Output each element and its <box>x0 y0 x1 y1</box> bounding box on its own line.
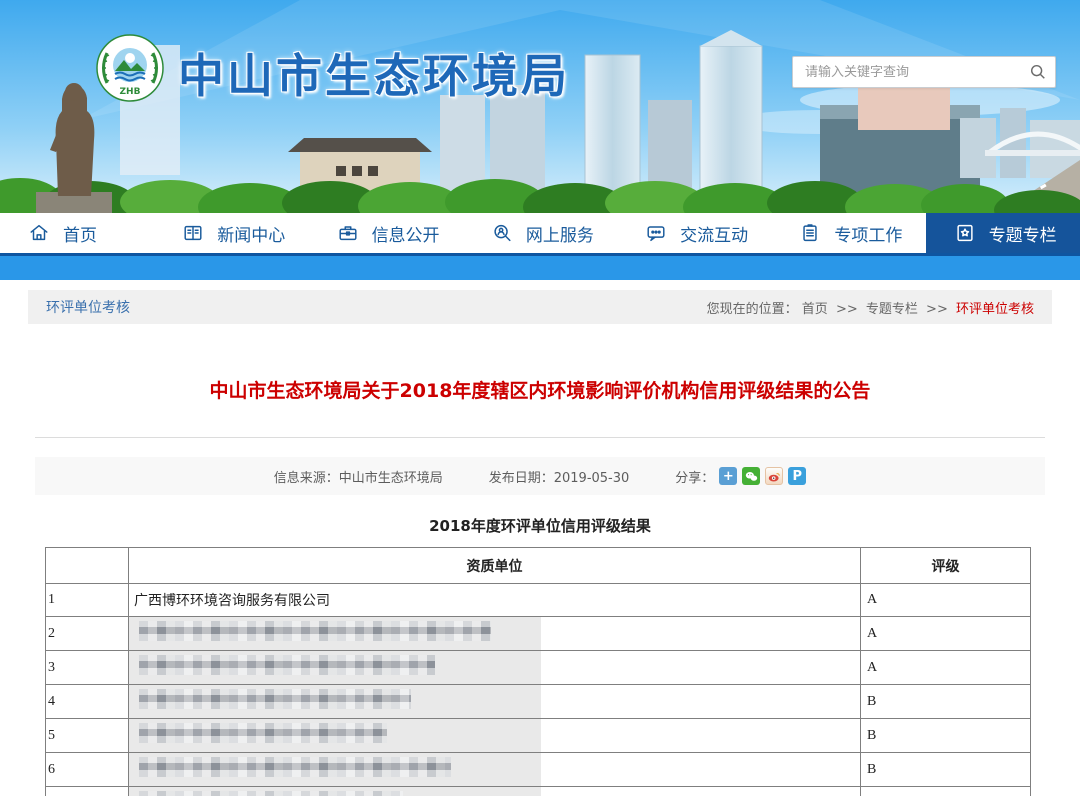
share-label: 分享： <box>675 467 714 486</box>
table-row: 6B <box>46 753 1031 787</box>
table-row: 3A <box>46 651 1031 685</box>
document-star-icon <box>954 222 976 244</box>
rating-value: B <box>861 753 1031 787</box>
row-index: 7 <box>46 787 129 796</box>
breadcrumb-home[interactable]: 首页 <box>802 302 828 317</box>
article-title: 中山市生态环境局关于2018年度辖区内环境影响评价机构信用评级结果的公告 <box>0 376 1080 403</box>
redacted-company-name <box>129 685 861 719</box>
article-source: 信息来源：中山市生态环境局 <box>274 467 443 486</box>
breadcrumb-special-column[interactable]: 专题专栏 <box>866 302 918 317</box>
row-index: 1 <box>46 584 129 617</box>
breadcrumb-current: 环评单位考核 <box>956 302 1034 317</box>
section-title: 环评单位考核 <box>46 297 130 317</box>
nav-item-info-disclosure[interactable]: 信息公开 <box>309 213 463 253</box>
nav-item-online-service[interactable]: 网上服务 <box>463 213 617 253</box>
row-index: 2 <box>46 617 129 651</box>
table-header-row: 资质单位 评级 <box>46 548 1031 584</box>
redacted-company-name <box>129 719 861 753</box>
redacted-company-name <box>129 617 861 651</box>
row-index: 6 <box>46 753 129 787</box>
rating-value: A <box>861 651 1031 685</box>
table-row: 5B <box>46 719 1031 753</box>
breadcrumb-separator: >> <box>836 302 858 317</box>
person-search-icon <box>491 222 513 244</box>
table-caption: 2018年度环评单位信用评级结果 <box>0 515 1080 536</box>
nav-item-label: 网上服务 <box>526 221 594 246</box>
nav-underline-strip <box>0 253 1080 280</box>
nav-item-label: 交流互动 <box>680 221 748 246</box>
wechat-icon[interactable] <box>742 467 760 485</box>
location-label: 您现在的位置： <box>707 302 798 317</box>
nav-item-news-center[interactable]: 新闻中心 <box>154 213 308 253</box>
table-row: 7B <box>46 787 1031 796</box>
nav-item-label: 信息公开 <box>372 221 440 246</box>
banner-cityscape-image <box>0 0 1080 213</box>
rating-table: 资质单位 评级 1广西博环环境咨询服务有限公司A2A3A4B5B6B7B <box>45 547 1031 796</box>
qzone-icon[interactable]: P <box>788 467 806 485</box>
weibo-icon[interactable] <box>765 467 783 485</box>
article-meta-bar: 信息来源：中山市生态环境局 发布日期：2019-05-30 分享： + P <box>35 457 1045 495</box>
row-index: 4 <box>46 685 129 719</box>
redacted-company-name <box>129 787 861 796</box>
title-divider <box>35 437 1045 438</box>
redacted-company-name <box>129 753 861 787</box>
table-row: 1广西博环环境咨询服务有限公司A <box>46 584 1031 617</box>
share-group: 分享： + P <box>675 467 806 486</box>
chat-bubble-icon <box>645 222 667 244</box>
main-nav: 首页 新闻中心 信息公开 网上服务 交流互动 专项工作 专题专栏 <box>0 213 1080 253</box>
breadcrumb-separator: >> <box>926 302 948 317</box>
row-index: 5 <box>46 719 129 753</box>
row-index: 3 <box>46 651 129 685</box>
share-more-icon[interactable]: + <box>719 467 737 485</box>
redacted-company-name <box>129 651 861 685</box>
nav-item-special-column[interactable]: 专题专栏 <box>926 213 1080 253</box>
document-lines-icon <box>799 222 821 244</box>
site-logo: ZHB <box>95 33 165 103</box>
rating-value: A <box>861 584 1031 617</box>
nav-item-label: 首页 <box>63 221 97 246</box>
rating-value: B <box>861 787 1031 796</box>
nav-item-label: 新闻中心 <box>217 221 285 246</box>
search-input[interactable] <box>793 65 1021 80</box>
col-header-index <box>46 548 129 584</box>
nav-item-interaction[interactable]: 交流互动 <box>617 213 771 253</box>
search-box <box>792 56 1056 88</box>
col-header-company: 资质单位 <box>129 548 861 584</box>
breadcrumb: 您现在的位置： 首页 >> 专题专栏 >> 环评单位考核 <box>707 298 1034 317</box>
company-name: 广西博环环境咨询服务有限公司 <box>129 584 861 617</box>
site-title: 中山市生态环境局 <box>178 40 570 106</box>
nav-item-label: 专项工作 <box>834 221 902 246</box>
home-icon <box>28 222 50 244</box>
rating-value: B <box>861 685 1031 719</box>
nav-item-home[interactable]: 首页 <box>0 213 154 253</box>
news-icon <box>182 222 204 244</box>
page: ZHB 中山市生态环境局 首页新闻中心信息公开网上服务交流互动专项工作专题专栏 … <box>0 0 1080 796</box>
table-row: 2A <box>46 617 1031 651</box>
col-header-rating: 评级 <box>861 548 1031 584</box>
header-banner: ZHB 中山市生态环境局 <box>0 0 1080 213</box>
breadcrumb-bar: 环评单位考核 您现在的位置： 首页 >> 专题专栏 >> 环评单位考核 <box>28 290 1052 324</box>
article-date: 发布日期：2019-05-30 <box>489 467 630 486</box>
nav-item-special-work[interactable]: 专项工作 <box>771 213 925 253</box>
nav-item-label: 专题专栏 <box>989 221 1057 246</box>
briefcase-icon <box>337 222 359 244</box>
rating-value: B <box>861 719 1031 753</box>
rating-value: A <box>861 617 1031 651</box>
search-icon[interactable] <box>1021 58 1055 86</box>
svg-text:ZHB: ZHB <box>120 87 141 97</box>
table-row: 4B <box>46 685 1031 719</box>
